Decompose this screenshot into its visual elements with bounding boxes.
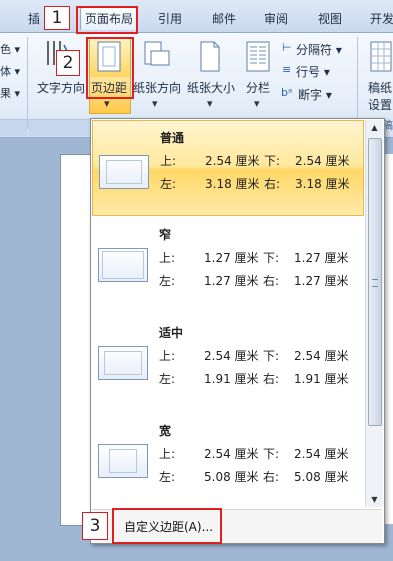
- margin-preset-narrow[interactable]: 窄 上: 1.27 厘米 下: 1.27 厘米 左: 1.27 厘米 右: 1.…: [92, 218, 364, 314]
- page-size-dropdown-arrow-icon: ▾: [207, 97, 213, 110]
- top-value: 2.54 厘米: [205, 154, 260, 168]
- top-value: 2.54 厘米: [204, 349, 259, 363]
- left-label: 左:: [159, 274, 176, 288]
- breaks-button[interactable]: 分隔符 ▾: [296, 41, 342, 58]
- annotation-box-page-layout-tab: [76, 6, 138, 34]
- right-label: 右:: [264, 177, 281, 191]
- margin-preview-icon: [98, 248, 148, 282]
- columns-icon: [246, 41, 270, 73]
- columns-button[interactable]: 分栏: [246, 79, 270, 96]
- hyphenation-icon: bᵃ: [281, 86, 293, 99]
- scroll-down-icon[interactable]: ▼: [369, 495, 380, 505]
- left-value: 5.08 厘米: [204, 470, 259, 484]
- theme-effects-button[interactable]: 果 ▾: [0, 85, 20, 101]
- ribbon-separator: [357, 37, 358, 129]
- margin-preview-icon: [99, 155, 149, 189]
- margin-preset-moderate[interactable]: 适中 上: 2.54 厘米 下: 2.54 厘米 左: 1.91 厘米 右: 1…: [92, 316, 364, 412]
- top-value: 1.27 厘米: [204, 251, 259, 265]
- bottom-label: 下:: [263, 251, 280, 265]
- tab-view[interactable]: 视图: [310, 8, 350, 30]
- tab-review[interactable]: 审阅: [256, 8, 296, 30]
- ribbon-separator: [27, 37, 28, 129]
- left-value: 1.91 厘米: [204, 372, 259, 386]
- draft-paper-button[interactable]: 稿纸: [368, 79, 392, 96]
- right-value: 5.08 厘米: [294, 470, 349, 484]
- right-label: 右:: [263, 470, 280, 484]
- document-page[interactable]: [60, 154, 94, 526]
- margins-dropdown-menu: 普通 上: 2.54 厘米 下: 2.54 厘米 左: 3.18 厘米 右: 3…: [90, 118, 385, 544]
- left-label: 左:: [159, 470, 176, 484]
- hyphenation-button[interactable]: 断字 ▾: [298, 86, 332, 103]
- line-numbers-icon: ≡: [282, 63, 292, 76]
- top-label: 上:: [159, 251, 176, 265]
- draft-paper-icon: [370, 41, 392, 73]
- orientation-icon: [143, 41, 171, 73]
- page-size-icon: [198, 41, 222, 73]
- top-label: 上:: [159, 349, 176, 363]
- scrollbar-thumb[interactable]: [368, 138, 382, 426]
- left-value: 1.27 厘米: [204, 274, 259, 288]
- tab-mailings[interactable]: 邮件: [204, 8, 244, 30]
- tab-insert[interactable]: 插: [22, 8, 46, 30]
- orientation-button[interactable]: 纸张方向: [133, 79, 181, 96]
- bottom-value: 2.54 厘米: [294, 447, 349, 461]
- left-label: 左:: [159, 372, 176, 386]
- breaks-icon: ⊢: [282, 41, 292, 54]
- left-value: 3.18 厘米: [205, 177, 260, 191]
- top-label: 上:: [160, 154, 177, 168]
- annotation-box-margins-button: [86, 37, 134, 99]
- right-value: 1.91 厘米: [294, 372, 349, 386]
- theme-colors-button[interactable]: 色 ▾: [0, 41, 20, 57]
- orientation-dropdown-arrow-icon: ▾: [152, 97, 158, 110]
- preset-name: 普通: [160, 131, 185, 145]
- group-strip: [0, 119, 27, 136]
- draft-paper-button-line2: 设置: [368, 98, 393, 112]
- right-value: 1.27 厘米: [294, 274, 349, 288]
- page-size-button[interactable]: 纸张大小: [187, 79, 235, 96]
- annotation-box-custom-margins: [112, 508, 222, 544]
- top-value: 2.54 厘米: [204, 447, 259, 461]
- tab-references[interactable]: 引用: [150, 8, 190, 30]
- scroll-up-icon[interactable]: ▲: [369, 123, 380, 133]
- text-direction-button[interactable]: 文字方向: [37, 79, 85, 96]
- tab-developer[interactable]: 开发: [362, 8, 393, 30]
- theme-fonts-button[interactable]: 体 ▾: [0, 63, 20, 79]
- bottom-value: 2.54 厘米: [295, 154, 350, 168]
- preset-name: 适中: [159, 326, 184, 340]
- right-label: 右:: [263, 372, 280, 386]
- preset-name: 窄: [159, 228, 172, 242]
- right-value: 3.18 厘米: [295, 177, 350, 191]
- bottom-value: 2.54 厘米: [294, 349, 349, 363]
- bottom-value: 1.27 厘米: [294, 251, 349, 265]
- margin-preview-icon: [98, 444, 148, 478]
- preset-name: 宽: [159, 424, 172, 438]
- bottom-label: 下:: [264, 154, 281, 168]
- bottom-label: 下:: [263, 349, 280, 363]
- bottom-label: 下:: [263, 447, 280, 461]
- columns-dropdown-arrow-icon: ▾: [254, 97, 260, 110]
- annotation-number-2: 2: [56, 50, 80, 76]
- right-label: 右:: [263, 274, 280, 288]
- margin-preset-wide[interactable]: 宽 上: 2.54 厘米 下: 2.54 厘米 左: 5.08 厘米 右: 5.…: [92, 414, 364, 510]
- margin-preview-icon: [98, 346, 148, 380]
- margin-preset-normal[interactable]: 普通 上: 2.54 厘米 下: 2.54 厘米 左: 3.18 厘米 右: 3…: [92, 120, 364, 216]
- annotation-number-1: 1: [44, 6, 70, 30]
- menu-scrollbar[interactable]: ▲ ▼: [365, 120, 383, 507]
- annotation-number-3: 3: [82, 512, 108, 540]
- top-label: 上:: [159, 447, 176, 461]
- left-label: 左:: [160, 177, 177, 191]
- line-numbers-button[interactable]: 行号 ▾: [296, 63, 330, 80]
